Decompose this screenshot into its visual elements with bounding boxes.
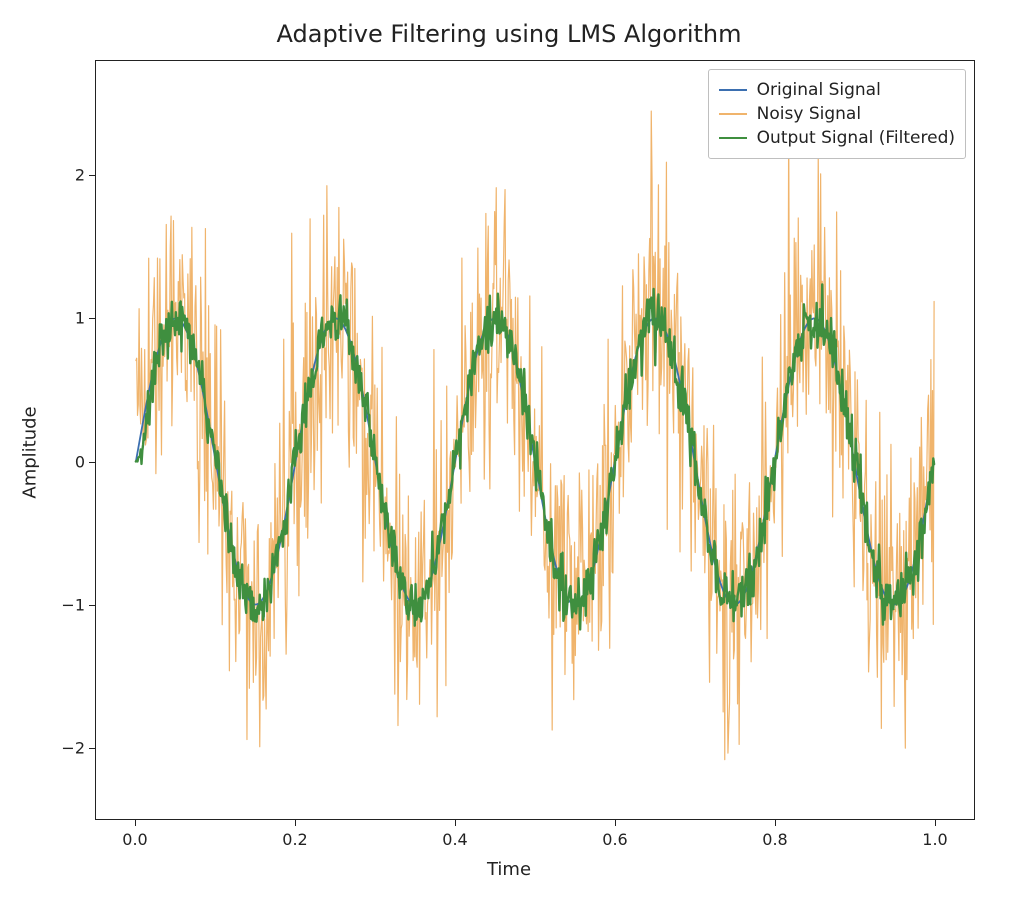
- legend-swatch-noisy: [719, 113, 747, 115]
- x-tick-label: 0.8: [762, 830, 787, 849]
- x-axis-label: Time: [0, 859, 1018, 880]
- x-tick-label: 0.2: [282, 830, 307, 849]
- legend-entry: Original Signal: [719, 78, 955, 102]
- y-tick-label: −2: [55, 739, 85, 758]
- chart-title: Adaptive Filtering using LMS Algorithm: [0, 20, 1018, 48]
- x-tick-mark: [295, 820, 296, 826]
- x-tick-mark: [135, 820, 136, 826]
- legend: Original Signal Noisy Signal Output Sign…: [708, 69, 966, 159]
- x-tick-label: 1.0: [922, 830, 947, 849]
- y-tick-mark: [89, 605, 95, 606]
- noisy-signal-line: [136, 111, 934, 759]
- plot-svg: [96, 61, 974, 819]
- y-tick-mark: [89, 318, 95, 319]
- y-tick-mark: [89, 175, 95, 176]
- x-tick-mark: [455, 820, 456, 826]
- legend-entry: Noisy Signal: [719, 102, 955, 126]
- x-tick-mark: [615, 820, 616, 826]
- legend-label: Noisy Signal: [757, 104, 861, 124]
- y-tick-mark: [89, 462, 95, 463]
- y-tick-label: −1: [55, 595, 85, 614]
- y-tick-label: 2: [55, 165, 85, 184]
- legend-swatch-original: [719, 89, 747, 91]
- x-tick-mark: [935, 820, 936, 826]
- y-axis-label: Amplitude: [20, 406, 41, 498]
- legend-label: Original Signal: [757, 80, 881, 100]
- filtered-signal-line: [136, 284, 934, 629]
- x-tick-label: 0.6: [602, 830, 627, 849]
- legend-label: Output Signal (Filtered): [757, 128, 955, 148]
- plot-area: Original Signal Noisy Signal Output Sign…: [95, 60, 975, 820]
- x-tick-mark: [775, 820, 776, 826]
- y-axis-label-container: Amplitude: [18, 0, 42, 904]
- legend-swatch-filtered: [719, 137, 747, 139]
- figure: Adaptive Filtering using LMS Algorithm A…: [0, 0, 1018, 904]
- y-tick-label: 1: [55, 309, 85, 328]
- y-tick-label: 0: [55, 452, 85, 471]
- y-tick-mark: [89, 748, 95, 749]
- x-tick-label: 0.0: [122, 830, 147, 849]
- x-tick-label: 0.4: [442, 830, 467, 849]
- legend-entry: Output Signal (Filtered): [719, 126, 955, 150]
